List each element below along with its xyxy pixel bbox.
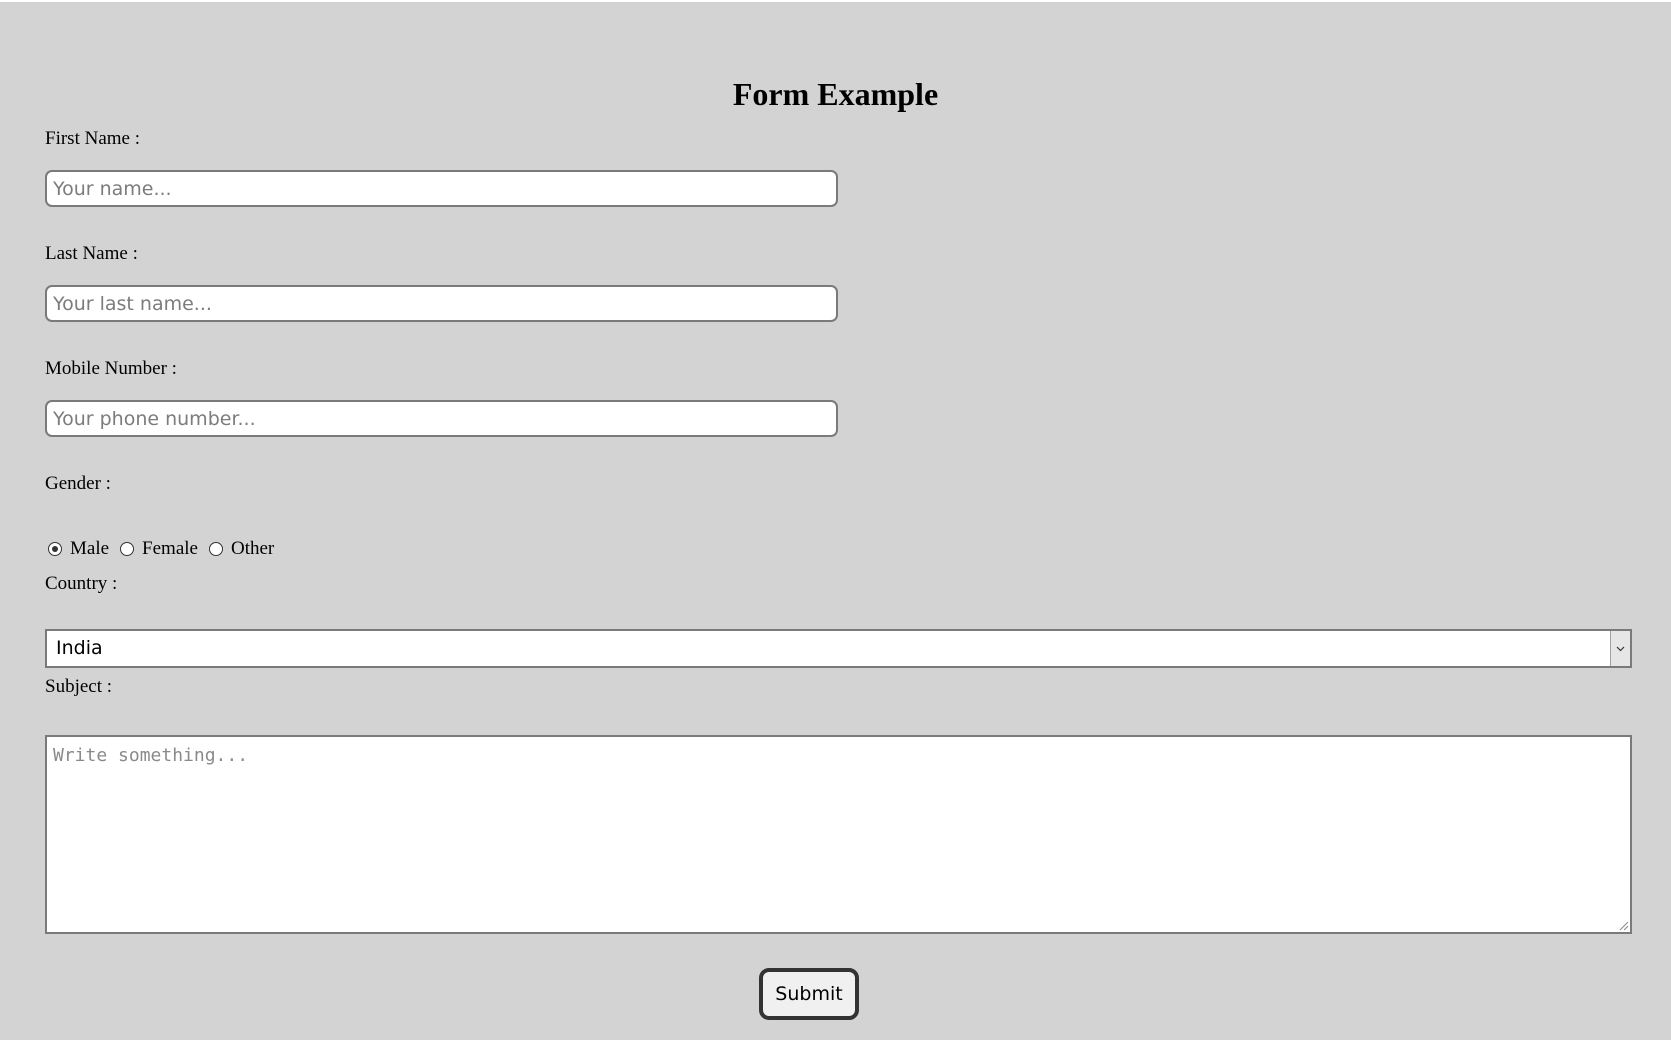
select-dropdown-button[interactable] [1610, 631, 1630, 666]
country-selected-value: India [56, 637, 103, 659]
first-name-input[interactable] [45, 170, 838, 207]
chevron-down-icon [1616, 646, 1625, 651]
gender-female-radio[interactable] [120, 542, 135, 556]
form-page: Form Example First Name : Last Name : Mo… [0, 2, 1671, 1040]
first-name-label: First Name : [45, 128, 140, 149]
last-name-label: Last Name : [45, 243, 138, 264]
country-select[interactable]: India [45, 629, 1632, 668]
gender-other-label[interactable]: Other [231, 538, 274, 560]
page-title: Form Example [732, 76, 939, 112]
mobile-number-label: Mobile Number : [45, 358, 177, 379]
country-label: Country : [45, 573, 118, 594]
submit-button[interactable]: Submit [759, 968, 859, 1020]
gender-male-label[interactable]: Male [70, 538, 109, 560]
gender-label: Gender : [45, 473, 111, 494]
gender-male-radio[interactable] [48, 542, 62, 556]
radio-selected-dot [52, 546, 58, 552]
mobile-number-input[interactable] [45, 400, 838, 437]
subject-label: Subject : [45, 676, 113, 697]
last-name-input[interactable] [45, 285, 838, 322]
gender-female-label[interactable]: Female [142, 538, 198, 560]
gender-other-radio[interactable] [208, 542, 223, 556]
gender-radio-group: Male Female Other [48, 536, 285, 562]
subject-textarea[interactable] [45, 735, 1632, 934]
